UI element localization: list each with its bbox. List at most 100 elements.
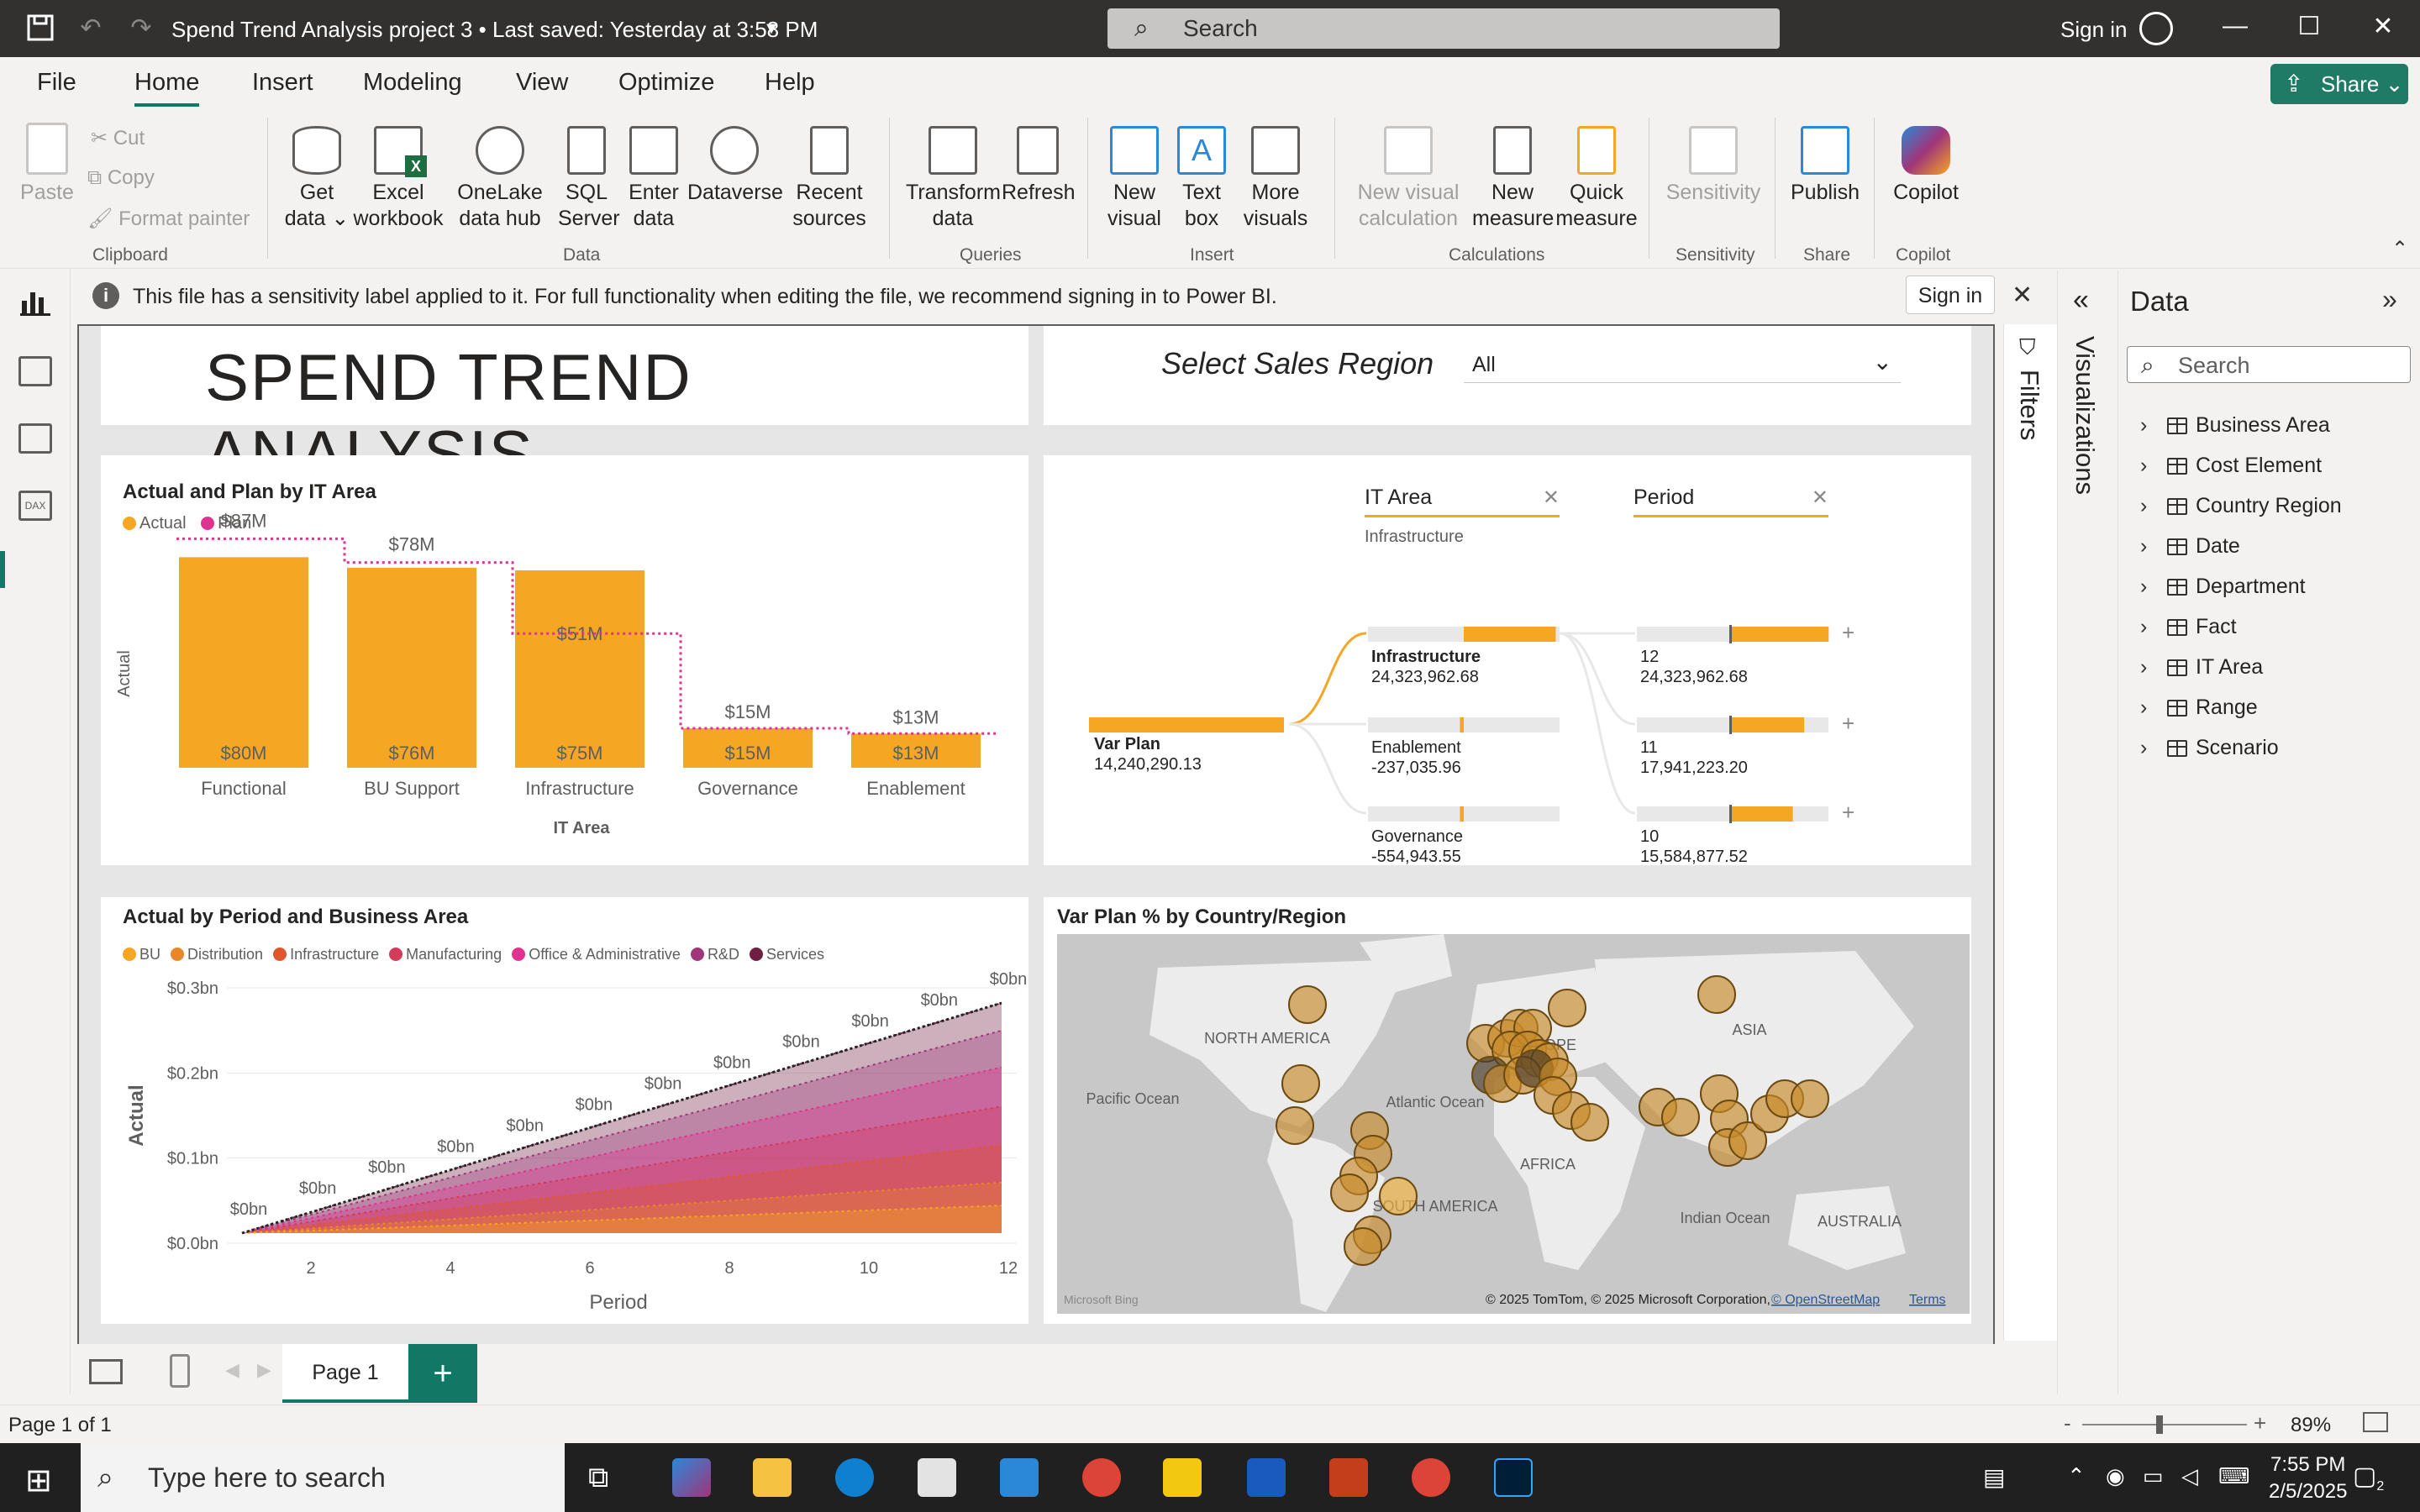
network-icon[interactable]: ◉	[2106, 1463, 2125, 1489]
zoom-slider-thumb[interactable]	[2156, 1415, 2163, 1434]
region-dropdown[interactable]: All ⌄	[1464, 343, 1901, 383]
decomp-expand-icon[interactable]: +	[1842, 800, 1854, 825]
collapse-right-icon[interactable]: »	[2382, 284, 2397, 315]
transform-data-button[interactable]: Transform data	[906, 126, 1001, 232]
map-bubble[interactable]	[1661, 1098, 1700, 1137]
format-painter-button[interactable]: 🖌 Format painter	[87, 207, 250, 231]
new-visual-calculation-button[interactable]: New visual calculation	[1349, 126, 1467, 232]
store-icon[interactable]	[918, 1458, 956, 1497]
chevron-right-icon[interactable]: ›	[2140, 615, 2159, 639]
data-table-item[interactable]: › Department	[2140, 575, 2306, 599]
dax-query-view-icon[interactable]: DAX	[18, 491, 52, 521]
photoshop-icon[interactable]	[1494, 1458, 1533, 1497]
power-bi-icon[interactable]	[1163, 1458, 1202, 1497]
window-title[interactable]: Spend Trend Analysis project 3 • Last sa…	[171, 17, 818, 43]
chrome-icon[interactable]	[1082, 1458, 1121, 1497]
chevron-right-icon[interactable]: ›	[2140, 736, 2159, 760]
battery-icon[interactable]: ▭	[2143, 1463, 2164, 1489]
menu-insert[interactable]: Insert	[252, 69, 313, 97]
decomp-root-bar[interactable]	[1089, 717, 1284, 732]
text-box-button[interactable]: A Text box	[1171, 126, 1232, 232]
word-icon[interactable]	[1247, 1458, 1286, 1497]
map-bubble[interactable]	[1288, 985, 1327, 1024]
report-title-card[interactable]: SPEND TREND ANALYSIS	[101, 326, 1028, 491]
data-table-item[interactable]: › Fact	[2140, 615, 2237, 639]
map-bubble[interactable]	[1344, 1227, 1382, 1266]
edge-icon[interactable]	[835, 1458, 874, 1497]
taskbar-search[interactable]: ⌕ Type here to search	[81, 1443, 565, 1512]
world-map[interactable]: NORTH AMERICA Pacific Ocean Atlantic Ocean…	[1057, 934, 1970, 1314]
bar-actual-2[interactable]	[515, 570, 644, 768]
undo-icon[interactable]: ↶	[76, 13, 106, 44]
data-table-item[interactable]: › Range	[2140, 696, 2258, 720]
tab-page-1[interactable]: Page 1	[282, 1344, 408, 1403]
enter-data-button[interactable]: Enter data	[623, 126, 684, 232]
map-bubble[interactable]	[1570, 1103, 1609, 1142]
visualizations-pane-collapsed[interactable]: « Visualizations	[2057, 270, 2118, 1394]
onelake-data-hub-button[interactable]: OneLake data hub	[450, 126, 550, 232]
data-table-item[interactable]: › Business Area	[2140, 413, 2330, 438]
dataverse-button[interactable]: Dataverse	[687, 126, 783, 206]
data-search-input[interactable]: ⌕ Search	[2127, 346, 2411, 383]
region-slicer-card[interactable]: Select Sales Region All ⌄	[1044, 326, 1971, 425]
avatar-icon[interactable]	[2139, 12, 2173, 45]
map-bubble[interactable]	[1791, 1079, 1829, 1118]
mobile-layout-icon[interactable]	[170, 1354, 190, 1388]
actual-plan-chart-card[interactable]: Actual and Plan by IT Area Actual Plan A…	[101, 455, 1028, 865]
cut-button[interactable]: ✂ Cut	[91, 126, 145, 150]
sign-in-link[interactable]: Sign in	[2060, 17, 2128, 43]
quick-measure-button[interactable]: Quick measure	[1555, 126, 1639, 232]
maximize-icon[interactable]: ☐	[2292, 12, 2326, 41]
actual-by-period-chart-card[interactable]: Actual by Period and Business Area BU Dis…	[101, 897, 1028, 1324]
bar-actual-0[interactable]	[179, 557, 308, 768]
volume-icon[interactable]: ◁	[2181, 1463, 2198, 1489]
menu-help[interactable]: Help	[765, 69, 815, 97]
chevron-right-icon[interactable]: ›	[2140, 454, 2159, 478]
publish-button[interactable]: Publish	[1788, 126, 1862, 206]
map-bubble[interactable]	[1379, 1177, 1418, 1215]
taskbar-clock[interactable]: 7:55 PM 2/5/2025	[2269, 1452, 2347, 1505]
sql-server-button[interactable]: SQL Server	[558, 126, 620, 232]
news-icon[interactable]: ▤	[1983, 1463, 2005, 1491]
powerpoint-icon[interactable]	[1329, 1458, 1368, 1497]
zoom-slider[interactable]	[2082, 1415, 2247, 1434]
data-table-item[interactable]: › IT Area	[2140, 655, 2263, 680]
paste-button[interactable]: Paste	[15, 123, 79, 206]
notifications-icon[interactable]: ▢2	[2353, 1462, 2384, 1494]
copilot-button[interactable]: Copilot	[1886, 126, 1966, 206]
new-visual-button[interactable]: New visual	[1102, 126, 1166, 232]
osm-link[interactable]: © OpenStreetMap	[1771, 1293, 1880, 1307]
info-close-icon[interactable]: ✕	[2012, 281, 2033, 310]
share-button[interactable]: ⇪ Share ⌄	[2270, 64, 2408, 104]
map-bubble[interactable]	[1281, 1064, 1320, 1103]
menu-home[interactable]: Home	[134, 69, 200, 107]
chevron-up-icon[interactable]: ⌃	[2067, 1463, 2086, 1489]
copilot-app-icon[interactable]	[672, 1458, 711, 1497]
map-card[interactable]: Var Plan % by Country/Region NORTH AMERI…	[1044, 897, 1971, 1324]
data-table-item[interactable]: › Date	[2140, 534, 2240, 559]
chevron-right-icon[interactable]: ›	[2140, 696, 2159, 720]
terms-link[interactable]: Terms	[1909, 1293, 1946, 1307]
refresh-button[interactable]: Refresh	[1002, 126, 1076, 206]
map-bubble[interactable]	[1276, 1106, 1314, 1145]
decomp-expand-icon[interactable]: +	[1842, 620, 1854, 645]
menu-view[interactable]: View	[516, 69, 568, 97]
model-view-icon[interactable]	[18, 423, 52, 454]
file-explorer-icon[interactable]	[753, 1458, 792, 1497]
map-bubble[interactable]	[1330, 1173, 1369, 1212]
chevron-right-icon[interactable]: ›	[2140, 413, 2159, 438]
add-page-button[interactable]: +	[408, 1344, 477, 1403]
table-view-icon[interactable]	[18, 356, 52, 386]
collapse-ribbon-icon[interactable]: ⌃	[2391, 237, 2408, 261]
report-view-icon[interactable]	[20, 287, 54, 318]
chevron-down-icon[interactable]: ▼	[756, 13, 786, 44]
excel-workbook-button[interactable]: X Excel workbook	[351, 126, 445, 232]
chevron-right-icon[interactable]: ›	[2140, 534, 2159, 559]
menu-optimize[interactable]: Optimize	[618, 69, 714, 97]
menu-modeling[interactable]: Modeling	[363, 69, 462, 97]
desktop-layout-icon[interactable]	[89, 1359, 123, 1384]
sensitivity-button[interactable]: Sensitivity	[1664, 126, 1763, 206]
zoom-out-icon[interactable]: -	[2064, 1410, 2071, 1436]
next-page-icon[interactable]: ▶	[257, 1359, 271, 1381]
menu-file[interactable]: File	[37, 69, 76, 97]
